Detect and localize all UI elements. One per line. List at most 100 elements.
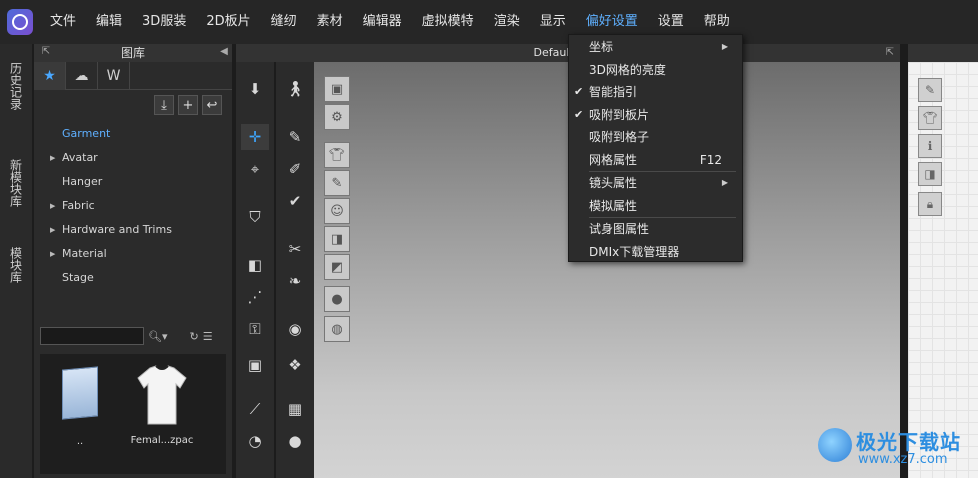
- menu-render[interactable]: 渲染: [484, 0, 530, 44]
- menu-item-3d-grid-brightness[interactable]: 3D网格的亮度: [569, 59, 742, 82]
- paint-tool-icon[interactable]: ✐: [281, 156, 309, 182]
- menu-materials[interactable]: 素材: [307, 0, 353, 44]
- tree-item-hardware-trims[interactable]: ▶ Hardware and Trims: [34, 218, 232, 242]
- brush-tool-icon[interactable]: ✎: [281, 124, 309, 150]
- collapse-icon[interactable]: ◀: [218, 46, 230, 58]
- download-icon[interactable]: ⤓: [154, 95, 174, 115]
- tree-item-stage[interactable]: Stage: [34, 266, 232, 290]
- file-item-female-zpac[interactable]: Femal...zpac: [122, 364, 202, 446]
- fold-tool-icon[interactable]: ◧: [241, 252, 269, 278]
- fabric-visibility-icon[interactable]: ◨: [918, 162, 942, 186]
- box-view-icon[interactable]: ▣: [324, 76, 350, 102]
- menu-avatar[interactable]: 虚拟模特: [412, 0, 484, 44]
- garment-tool-icon[interactable]: ⛉: [241, 204, 269, 230]
- popout-icon[interactable]: ⇱: [886, 44, 894, 62]
- list-view-icon[interactable]: ☰: [203, 330, 213, 343]
- watermark-logo-icon: [818, 428, 852, 462]
- measure-tool-icon[interactable]: ◔: [241, 428, 269, 454]
- expand-arrow-icon[interactable]: ▶: [50, 218, 55, 242]
- vertical-tab-strip: 历史记录 新模块库 模块库: [0, 44, 32, 478]
- menu-item-grid-properties[interactable]: 网格属性 F12: [569, 149, 742, 172]
- expand-arrow-icon[interactable]: ▶: [50, 146, 55, 170]
- pin-board-tool-icon[interactable]: ▣: [241, 352, 269, 378]
- avatar-head-icon[interactable]: ●: [324, 286, 350, 312]
- menu-item-fitting-map-properties[interactable]: 试身图属性: [569, 218, 742, 241]
- app-window: 文件 编辑 3D服装 2D板片 缝纫 素材 编辑器 虚拟模特 渲染 显示 偏好设…: [0, 0, 978, 478]
- menu-2d-pattern[interactable]: 2D板片: [196, 0, 260, 44]
- needle-tool-icon[interactable]: ⟋: [241, 396, 269, 422]
- check-tool-icon[interactable]: ✔: [281, 188, 309, 214]
- back-icon[interactable]: ↩: [202, 95, 222, 115]
- lasso-tool-icon[interactable]: ⌖: [241, 156, 269, 182]
- app-logo[interactable]: [0, 0, 40, 44]
- submenu-arrow-icon: ▶: [721, 42, 728, 51]
- file-item-parent-folder[interactable]: ..: [40, 366, 120, 447]
- lock-garment-icon[interactable]: 🔒︎: [918, 192, 942, 216]
- shirt-visibility-icon[interactable]: 👕︎: [918, 106, 942, 130]
- tool-strip-secondary: 🚶︎ ✎ ✐ ✔ ✂ ❧ ◉ ❖ ▦ ●: [276, 62, 314, 478]
- tree-item-fabric[interactable]: ▶ Fabric: [34, 194, 232, 218]
- library-file-grid: .. Femal...zpac: [40, 354, 226, 474]
- drape-tool-icon[interactable]: ❧: [281, 268, 309, 294]
- drop-tool-icon[interactable]: ⬇: [241, 76, 269, 102]
- trim-tool-icon[interactable]: ▦: [281, 396, 309, 422]
- button-tool-icon[interactable]: ◉: [281, 316, 309, 342]
- info-icon[interactable]: ℹ: [918, 134, 942, 158]
- refresh-icon[interactable]: ↻: [190, 330, 199, 343]
- tree-item-material[interactable]: ▶ Material: [34, 242, 232, 266]
- avatar-view-icon[interactable]: ☺: [324, 198, 350, 224]
- fabric-view-icon[interactable]: ◨: [324, 226, 350, 252]
- add-icon[interactable]: +: [178, 95, 198, 115]
- tree-item-hanger[interactable]: Hanger: [34, 170, 232, 194]
- menu-edit[interactable]: 编辑: [86, 0, 132, 44]
- library-tabs: ★ ☁ W: [34, 62, 232, 90]
- panel-divider[interactable]: [900, 44, 908, 478]
- library-header: ⇱ 图库 ◀: [34, 44, 232, 62]
- search-icon[interactable]: 🔍︎▾: [148, 330, 168, 343]
- tuck-tool-icon[interactable]: ⚿: [241, 316, 269, 342]
- menu-item-smart-guide[interactable]: ✔ 智能指引: [569, 81, 742, 104]
- menu-item-dmix-download-manager[interactable]: DMIx下载管理器: [569, 241, 742, 264]
- texture-tool-icon[interactable]: ❖: [281, 352, 309, 378]
- menu-item-snap-to-grid[interactable]: 吸附到格子: [569, 126, 742, 149]
- garment-view-icon[interactable]: 👕︎: [324, 142, 350, 168]
- pencil-visibility-icon[interactable]: ✎: [918, 78, 942, 102]
- avatar-pose-tool-icon[interactable]: 🚶︎: [281, 76, 309, 102]
- menu-item-coordinates[interactable]: 坐标 ▶: [569, 36, 742, 59]
- menu-item-snap-to-pattern[interactable]: ✔ 吸附到板片: [569, 104, 742, 127]
- menu-sewing[interactable]: 缝纫: [261, 0, 307, 44]
- tree-item-avatar[interactable]: ▶ Avatar: [34, 146, 232, 170]
- menu-item-camera-properties[interactable]: 镜头属性 ▶: [569, 172, 742, 195]
- tab-history[interactable]: 历史记录: [0, 56, 32, 116]
- edit-garment-icon[interactable]: ✎: [324, 170, 350, 196]
- scissor-tool-icon[interactable]: ✂: [281, 236, 309, 262]
- folder-icon: [62, 366, 98, 420]
- snap-tool-icon[interactable]: ●: [281, 428, 309, 454]
- globe-icon[interactable]: ◍: [324, 316, 350, 342]
- menu-3d-garment[interactable]: 3D服装: [132, 0, 196, 44]
- expand-arrow-icon[interactable]: ▶: [50, 194, 55, 218]
- library-title: 图库: [120, 46, 145, 60]
- tab-new-module-library[interactable]: 新模块库: [0, 148, 32, 218]
- tree-item-garment[interactable]: Garment: [34, 122, 232, 146]
- cloud-tab-icon[interactable]: ☁: [66, 62, 98, 90]
- tab-module-library[interactable]: 模块库: [0, 240, 32, 290]
- tool-strip-primary: ⬇ ✛ ⌖ ⛉ ◧ ⋰ ⚿ ▣ ⟋ ◔: [236, 62, 274, 478]
- menu-file[interactable]: 文件: [40, 0, 86, 44]
- preferences-dropdown-menu: 坐标 ▶ 3D网格的亮度 ✔ 智能指引 ✔ 吸附到板片 吸附到格子 网格属性 F12 镜…: [568, 34, 743, 262]
- popout-icon[interactable]: ⇱: [40, 46, 52, 58]
- gear-garment-icon[interactable]: ⚙: [324, 104, 350, 130]
- library-search-input[interactable]: [40, 327, 144, 345]
- marketplace-tab-icon[interactable]: W: [98, 62, 130, 90]
- 2d-pattern-view[interactable]: ✎ 👕︎ ℹ ◨ 🔒︎: [908, 62, 978, 478]
- submenu-arrow-icon: ▶: [721, 178, 728, 187]
- expand-arrow-icon[interactable]: ▶: [50, 242, 55, 266]
- texture-view-icon[interactable]: ◩: [324, 254, 350, 280]
- menubar: 文件 编辑 3D服装 2D板片 缝纫 素材 编辑器 虚拟模特 渲染 显示 偏好设…: [0, 0, 978, 44]
- favorites-tab-icon[interactable]: ★: [34, 62, 66, 90]
- menu-item-simulation-properties[interactable]: 模拟属性: [569, 195, 742, 218]
- menu-editor[interactable]: 编辑器: [353, 0, 412, 44]
- library-search-bar: 🔍︎▾ ↻ ☰: [40, 326, 226, 346]
- move-tool-icon[interactable]: ✛: [241, 124, 269, 150]
- point-tool-icon[interactable]: ⋰: [241, 284, 269, 310]
